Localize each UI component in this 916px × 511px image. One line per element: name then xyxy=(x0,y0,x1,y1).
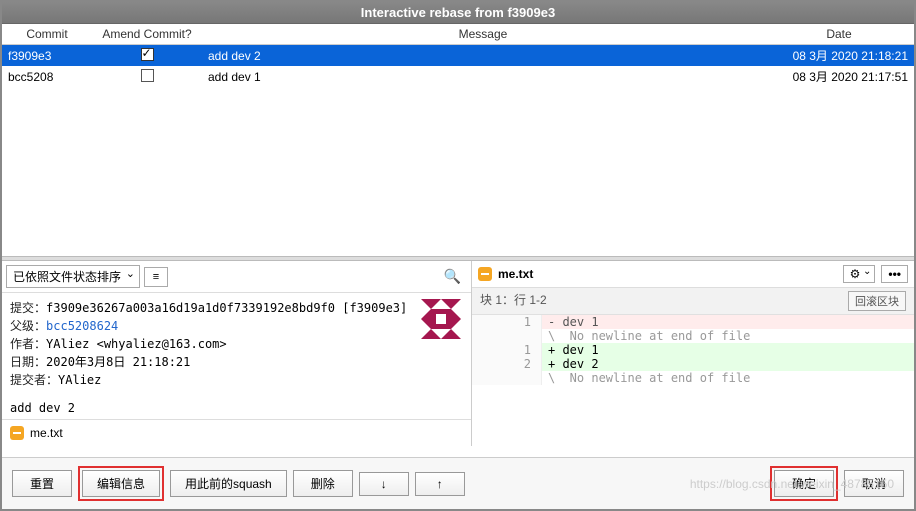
cell-date: 08 3月 2020 21:17:51 xyxy=(764,66,914,87)
footer: 重置 编辑信息 用此前的squash 删除 ↓ ↑ 确定 取消 xyxy=(2,457,914,509)
squash-button[interactable]: 用此前的squash xyxy=(170,470,287,497)
cell-message: add dev 1 xyxy=(202,66,764,87)
cell-amend[interactable] xyxy=(92,45,202,67)
table-row[interactable]: bcc5208 add dev 108 3月 2020 21:17:51 xyxy=(2,66,914,87)
diff-more-button[interactable]: ••• xyxy=(881,265,908,283)
author-value: YAliez <whyaliez@163.com> xyxy=(46,337,227,351)
cell-commit: bcc5208 xyxy=(2,66,92,87)
modified-icon xyxy=(478,267,492,281)
col-message[interactable]: Message xyxy=(202,24,764,45)
col-date[interactable]: Date xyxy=(764,24,914,45)
titlebar: Interactive rebase from f3909e3 xyxy=(2,2,914,24)
view-mode-button[interactable]: ≡ xyxy=(144,267,168,287)
amend-checkbox[interactable] xyxy=(141,69,154,82)
col-commit[interactable]: Commit xyxy=(2,24,92,45)
diff-settings-button[interactable]: ⚙ xyxy=(843,265,876,283)
file-list: me.txt xyxy=(2,419,471,446)
highlight-edit: 编辑信息 xyxy=(78,466,164,501)
date-value: 2020年3月8日 21:18:21 xyxy=(46,355,190,369)
committer-value: YAliez xyxy=(58,373,101,387)
avatar xyxy=(421,299,461,339)
diff-view: 1- dev 1\ No newline at end of file1+ de… xyxy=(472,315,914,446)
committer-label: 提交者： xyxy=(10,373,58,387)
move-up-button[interactable]: ↑ xyxy=(415,472,465,496)
cell-message: add dev 2 xyxy=(202,45,764,67)
author-label: 作者： xyxy=(10,337,46,351)
move-down-button[interactable]: ↓ xyxy=(359,472,409,496)
diff-line: \ No newline at end of file xyxy=(472,329,914,343)
commit-table-pane: Commit Amend Commit? Message Date f3909e… xyxy=(2,24,914,256)
sort-dropdown[interactable]: 已依照文件状态排序 xyxy=(6,265,140,288)
parent-label: 父级： xyxy=(10,319,46,333)
cell-amend[interactable] xyxy=(92,66,202,87)
commit-details: 提交：f3909e36267a003a16d19a1d0f7339192e8bd… xyxy=(2,293,471,419)
diff-line: 1- dev 1 xyxy=(472,315,914,329)
diff-line: 1+ dev 1 xyxy=(472,343,914,357)
modified-icon xyxy=(10,426,24,440)
search-icon[interactable]: 🔍 xyxy=(444,268,467,285)
diff-line: \ No newline at end of file xyxy=(472,371,914,385)
commit-label: 提交： xyxy=(10,301,46,315)
cancel-button[interactable]: 取消 xyxy=(844,470,904,497)
delete-button[interactable]: 删除 xyxy=(293,470,353,497)
hunk-header: 块 1：行 1-2 xyxy=(480,291,547,311)
amend-checkbox[interactable] xyxy=(141,48,154,61)
edit-message-button[interactable]: 编辑信息 xyxy=(82,470,160,497)
cell-commit: f3909e3 xyxy=(2,45,92,67)
reset-button[interactable]: 重置 xyxy=(12,470,72,497)
ok-button[interactable]: 确定 xyxy=(774,470,834,497)
col-amend[interactable]: Amend Commit? xyxy=(92,24,202,45)
table-row[interactable]: f3909e3 add dev 208 3月 2020 21:18:21 xyxy=(2,45,914,67)
revert-hunk-button[interactable]: 回滚区块 xyxy=(848,291,906,311)
date-label: 日期： xyxy=(10,355,46,369)
diff-filename: me.txt xyxy=(498,267,533,281)
parent-link[interactable]: bcc5208624 xyxy=(46,319,118,333)
file-item[interactable]: me.txt xyxy=(10,424,463,442)
commit-hash: f3909e36267a003a16d19a1d0f7339192e8bd9f0… xyxy=(46,301,407,315)
diff-line: 2+ dev 2 xyxy=(472,357,914,371)
cell-date: 08 3月 2020 21:18:21 xyxy=(764,45,914,67)
file-name: me.txt xyxy=(30,426,63,440)
commit-table: Commit Amend Commit? Message Date f3909e… xyxy=(2,24,914,87)
highlight-ok: 确定 xyxy=(770,466,838,501)
commit-message: add dev 2 xyxy=(10,399,463,417)
